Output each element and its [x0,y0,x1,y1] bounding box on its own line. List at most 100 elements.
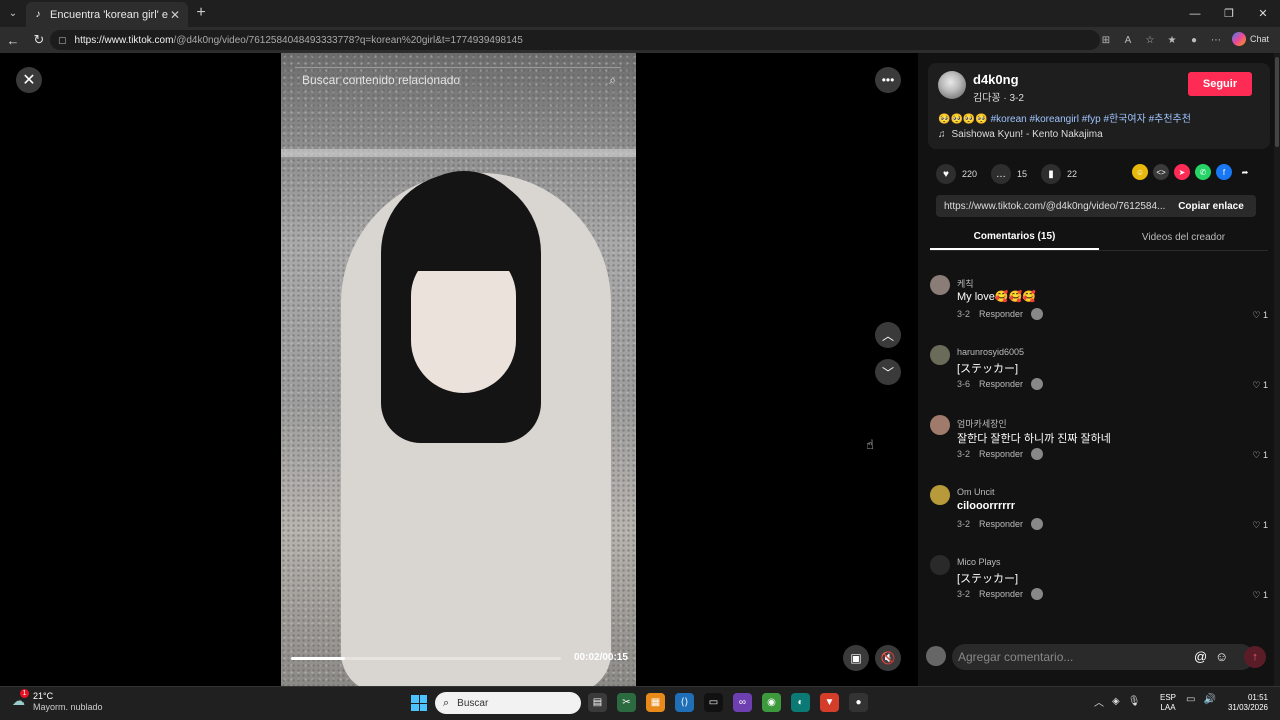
translate-icon[interactable]: A [1120,30,1136,50]
tab-comments[interactable]: Comentarios (15) [930,225,1099,250]
save-stat[interactable]: ▮ 22 [1041,164,1077,184]
start-button[interactable] [411,695,427,711]
microphone-icon[interactable]: 🎙 [1128,696,1141,707]
commenter-avatar[interactable] [930,555,950,575]
weather-widget[interactable]: ☁ 1 21°C Mayorm. nublado [12,689,103,713]
terminal-icon[interactable]: ▭ [704,693,723,712]
reply-button[interactable]: Responder [979,379,1023,389]
commenter-avatar[interactable] [930,485,950,505]
tab-creator-videos[interactable]: Videos del creador [1099,225,1268,250]
more-menu-icon[interactable]: ⋯ [1208,30,1224,50]
app-icon[interactable]: ● [849,693,868,712]
network-icon[interactable]: ▭ [1186,694,1195,705]
copilot-icon [1232,32,1246,46]
commenter-avatar[interactable] [930,345,950,365]
commenter-name[interactable]: Mico Plays [957,557,1001,567]
share-link-text[interactable]: https://www.tiktok.com/@d4k0ng/video/761… [936,201,1166,212]
tray-app-icon[interactable]: ◈ [1112,696,1120,707]
snipping-tool-icon[interactable]: ✂ [617,693,636,712]
taskbar-search[interactable]: ⌕ Buscar [435,692,581,714]
scrollbar-thumb[interactable] [1275,57,1279,147]
like-stat[interactable]: ♥ 220 [936,164,977,184]
send-comment-button[interactable]: ↑ [1244,646,1266,668]
video-player[interactable]: Buscar contenido relacionado ⌕ 00:02/00:… [281,53,636,686]
next-video-chevron-down-icon[interactable]: ﹀ [875,359,901,385]
share-arrow-icon[interactable]: ➦ [1237,164,1253,180]
comment-like[interactable]: ♡ 1 [1252,520,1268,531]
comment-stat[interactable]: … 15 [991,164,1027,184]
comment-like[interactable]: ♡ 1 [1252,380,1268,391]
close-viewer-button[interactable]: ✕ [16,67,42,93]
back-icon[interactable]: ← [0,27,26,53]
commenter-avatar[interactable] [930,275,950,295]
comment-like[interactable]: ♡ 1 [1252,310,1268,321]
vscode-icon[interactable]: ⟨⟩ [675,693,694,712]
video-ledge [281,149,636,157]
reply-button[interactable]: Responder [979,519,1023,529]
reply-button[interactable]: Responder [979,449,1023,459]
send-to-friends-icon[interactable]: ➤ [1174,164,1190,180]
search-icon[interactable]: ⌕ [609,73,616,88]
mute-icon[interactable]: 🔇 [875,645,901,671]
caption-hashtags[interactable]: #korean #koreangirl #fyp #한국여자 #추천추천 [991,114,1191,125]
task-view-icon[interactable]: ▤ [588,693,607,712]
commenter-name[interactable]: Om Uncit [957,487,995,497]
comment-item: harunrosyid6005 [ステッカー] 3-6 Responder ♡ 1 [930,345,1270,415]
browser-tab[interactable]: ♪ Encuentra 'korean girl' en TikTok | ✕ [26,2,188,27]
follow-button[interactable]: Seguir [1188,72,1252,96]
chrome-icon[interactable]: ◉ [762,693,781,712]
panel-scrollbar[interactable] [1274,53,1280,686]
restore-icon[interactable]: ❐ [1212,0,1246,27]
file-explorer-icon[interactable]: ▦ [646,693,665,712]
comment-like[interactable]: ♡ 1 [1252,450,1268,461]
reply-button[interactable]: Responder [979,589,1023,599]
comment-input[interactable]: Agregar comentario... [952,644,1254,670]
reload-icon[interactable]: ↻ [26,27,52,53]
tab-close-icon[interactable]: ✕ [168,8,182,22]
copy-link-button[interactable]: Copiar enlace [1166,201,1256,212]
facebook-icon[interactable]: f [1216,164,1232,180]
profile-icon[interactable]: ● [1186,30,1202,50]
creator-username[interactable]: d4k0ng [973,72,1019,87]
copilot-chat-button[interactable]: Chat [1232,32,1269,46]
new-tab-button[interactable]: + [192,4,210,22]
brave-icon[interactable]: ▼ [820,693,839,712]
clock-time: 01:51 [1247,693,1268,702]
floating-player-icon[interactable]: ▣ [843,645,869,671]
video-progress-bar[interactable] [291,657,561,660]
whatsapp-icon[interactable]: ✆ [1195,164,1211,180]
commenter-name[interactable]: 케칙 [957,277,974,290]
mention-icon[interactable]: @ [1194,649,1207,664]
clock[interactable]: 01:51 31/03/2026 [1220,693,1268,713]
comment-like[interactable]: ♡ 1 [1252,590,1268,601]
comment-date: 3-2 [957,589,971,599]
minimize-icon[interactable]: — [1178,0,1212,27]
commenter-name[interactable]: 엄마카세장인 [957,417,1007,430]
more-options-icon[interactable]: ••• [875,67,901,93]
heart-outline-icon: ♡ [1252,380,1261,390]
tray-overflow-icon[interactable]: ︿ [1094,694,1104,709]
commenter-avatar[interactable] [930,415,950,435]
emoji-icon[interactable]: ☺ [1215,649,1228,664]
friends-share-icon[interactable]: ☺ [1132,164,1148,180]
music-note-icon: ♫ [938,129,946,140]
reply-button[interactable]: Responder [979,309,1023,319]
language-indicator[interactable]: ESP LAA [1160,693,1176,713]
related-search-input[interactable]: Buscar contenido relacionado [302,73,460,87]
volume-icon[interactable]: 🔊 [1203,694,1215,705]
music-info[interactable]: ♫ Saishowa Kyun! - Kento Nakajima [938,129,1103,140]
edge-icon[interactable]: ◐ [791,693,810,712]
favorites-icon[interactable]: ★ [1164,30,1180,50]
site-info-icon[interactable]: ▢ [58,35,67,46]
url-field[interactable]: ▢ https://www.tiktok.com/@d4k0ng/video/7… [50,30,1100,50]
favorite-star-icon[interactable]: ☆ [1142,30,1158,50]
commenter-name[interactable]: harunrosyid6005 [957,347,1024,357]
creator-avatar[interactable] [938,71,966,99]
visual-studio-icon[interactable]: ∞ [733,693,752,712]
comment-date: 3-6 [957,379,971,389]
tab-actions-menu-icon[interactable]: ⌄ [0,0,26,27]
embed-code-icon[interactable]: <> [1153,164,1169,180]
previous-video-chevron-up-icon[interactable]: ︿ [875,322,901,348]
app-available-icon[interactable]: ⊞ [1098,30,1114,50]
close-window-icon[interactable]: ✕ [1246,0,1280,27]
